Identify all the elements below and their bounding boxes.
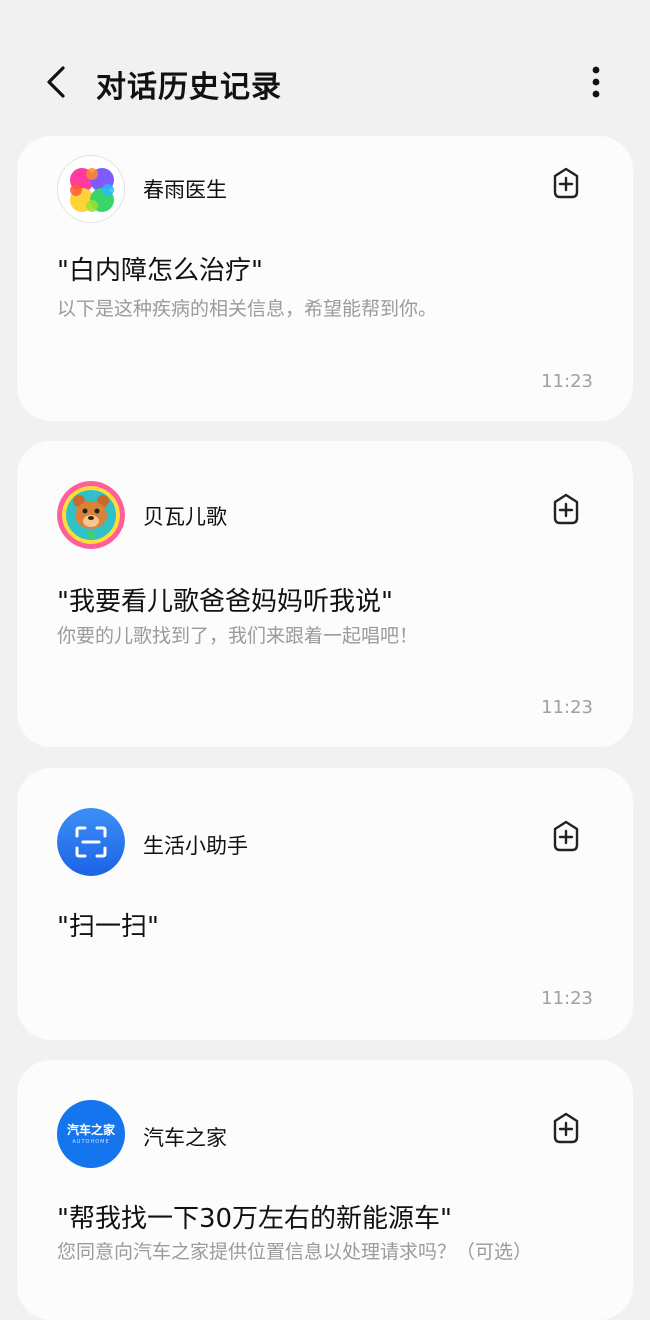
query-text: "白内障怎么治疗" [57,256,263,286]
conversation-card[interactable]: 生活小助手 "扫一扫" 11:23 [17,768,633,1040]
app-header: 对话历史记录 [0,0,650,135]
scan-logo [57,808,125,876]
add-shortcut-icon [553,820,579,852]
conversation-card[interactable]: 汽车之家 AUTOHOME 汽车之家 "帮我找一下30万左右的新能源车" 您同意… [17,1060,633,1320]
reply-text: 以下是这种疾病的相关信息，希望能帮到你。 [57,298,438,320]
more-options-button[interactable] [576,60,616,104]
conversation-card[interactable]: 春雨医生 "白内障怎么治疗" 以下是这种疾病的相关信息，希望能帮到你。 11:2… [17,136,633,421]
app-name: 汽车之家 [143,1126,227,1150]
add-shortcut-button[interactable] [547,164,585,202]
beiwa-bear-logo [57,481,125,549]
app-name: 生活小助手 [143,834,248,858]
autohome-logo: 汽车之家 AUTOHOME [57,1100,125,1168]
app-name: 春雨医生 [143,178,227,202]
conversation-card[interactable]: 贝瓦儿歌 "我要看儿歌爸爸妈妈听我说" 你要的儿歌找到了，我们来跟着一起唱吧！ … [17,441,633,747]
add-shortcut-icon [553,1112,579,1144]
query-text: "我要看儿歌爸爸妈妈听我说" [57,587,393,617]
add-shortcut-icon [553,493,579,525]
chunyu-doctor-logo [57,155,125,223]
add-shortcut-button[interactable] [547,490,585,528]
page-title: 对话历史记录 [96,70,282,105]
back-button[interactable] [34,60,78,104]
add-shortcut-button[interactable] [547,817,585,855]
app-name: 贝瓦儿歌 [143,505,227,529]
timestamp: 11:23 [541,697,593,718]
reply-text: 你要的儿歌找到了，我们来跟着一起唱吧！ [57,625,419,647]
add-shortcut-icon [553,167,579,199]
query-text: "扫一扫" [57,912,159,942]
reply-text: 您同意向汽车之家提供位置信息以处理请求吗？（可选） [57,1241,533,1263]
timestamp: 11:23 [541,988,593,1009]
autohome-logo-subtext: AUTOHOME [72,1139,110,1145]
more-vertical-icon [592,66,600,98]
timestamp: 11:23 [541,371,593,392]
add-shortcut-button[interactable] [547,1109,585,1147]
query-text: "帮我找一下30万左右的新能源车" [57,1204,453,1234]
chevron-left-icon [47,66,65,98]
autohome-logo-text: 汽车之家 [66,1123,115,1137]
